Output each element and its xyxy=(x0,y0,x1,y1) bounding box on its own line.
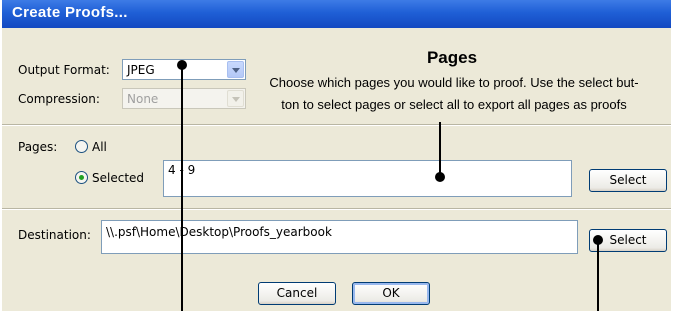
compression-select: None xyxy=(122,88,246,109)
output-format-label: Output Format: xyxy=(18,63,110,77)
pages-selected-radio[interactable] xyxy=(75,171,88,184)
output-format-dropdown-button[interactable] xyxy=(227,61,244,78)
chevron-down-icon xyxy=(232,68,240,73)
annotation-text: Choose which pages you would like to pro… xyxy=(254,72,654,116)
page-range-field[interactable]: 4 - 9 xyxy=(163,160,572,197)
callout-line-format xyxy=(181,66,183,311)
pages-all-label[interactable]: All xyxy=(92,140,107,154)
compression-label: Compression: xyxy=(18,92,100,106)
annotation-title: Pages xyxy=(426,48,478,67)
destination-label: Destination: xyxy=(18,228,91,242)
compression-dropdown-button xyxy=(227,90,244,107)
destination-path-value: \\.psf\Home\Desktop\Proofs_yearbook xyxy=(106,225,332,239)
callout-line-destination xyxy=(597,240,599,311)
pages-select-button[interactable]: Select xyxy=(589,169,667,192)
callout-dot-destination xyxy=(593,235,603,245)
output-format-value: JPEG xyxy=(127,63,155,77)
cancel-button[interactable]: Cancel xyxy=(258,282,336,305)
pages-all-radio[interactable] xyxy=(75,140,88,153)
annotation-line-2: ton to select pages or select all to exp… xyxy=(281,97,627,112)
callout-dot-pages xyxy=(435,172,445,182)
callout-dot-format xyxy=(177,60,187,70)
chevron-down-icon xyxy=(232,97,240,102)
separator xyxy=(2,208,671,210)
title-bar[interactable]: Create Proofs... xyxy=(2,0,671,28)
annotation-line-1: Choose which pages you would like to pro… xyxy=(269,75,639,90)
separator xyxy=(2,124,671,126)
create-proofs-dialog: Create Proofs... Output Format: JPEG Com… xyxy=(2,0,671,311)
destination-path-field[interactable]: \\.psf\Home\Desktop\Proofs_yearbook xyxy=(101,220,578,254)
pages-selected-label[interactable]: Selected xyxy=(92,171,144,185)
callout-line-pages xyxy=(439,122,441,177)
dialog-title: Create Proofs... xyxy=(12,4,128,21)
pages-label: Pages: xyxy=(18,140,58,154)
radio-selected-dot xyxy=(79,175,84,180)
ok-button[interactable]: OK xyxy=(352,282,430,305)
compression-value: None xyxy=(127,92,159,106)
